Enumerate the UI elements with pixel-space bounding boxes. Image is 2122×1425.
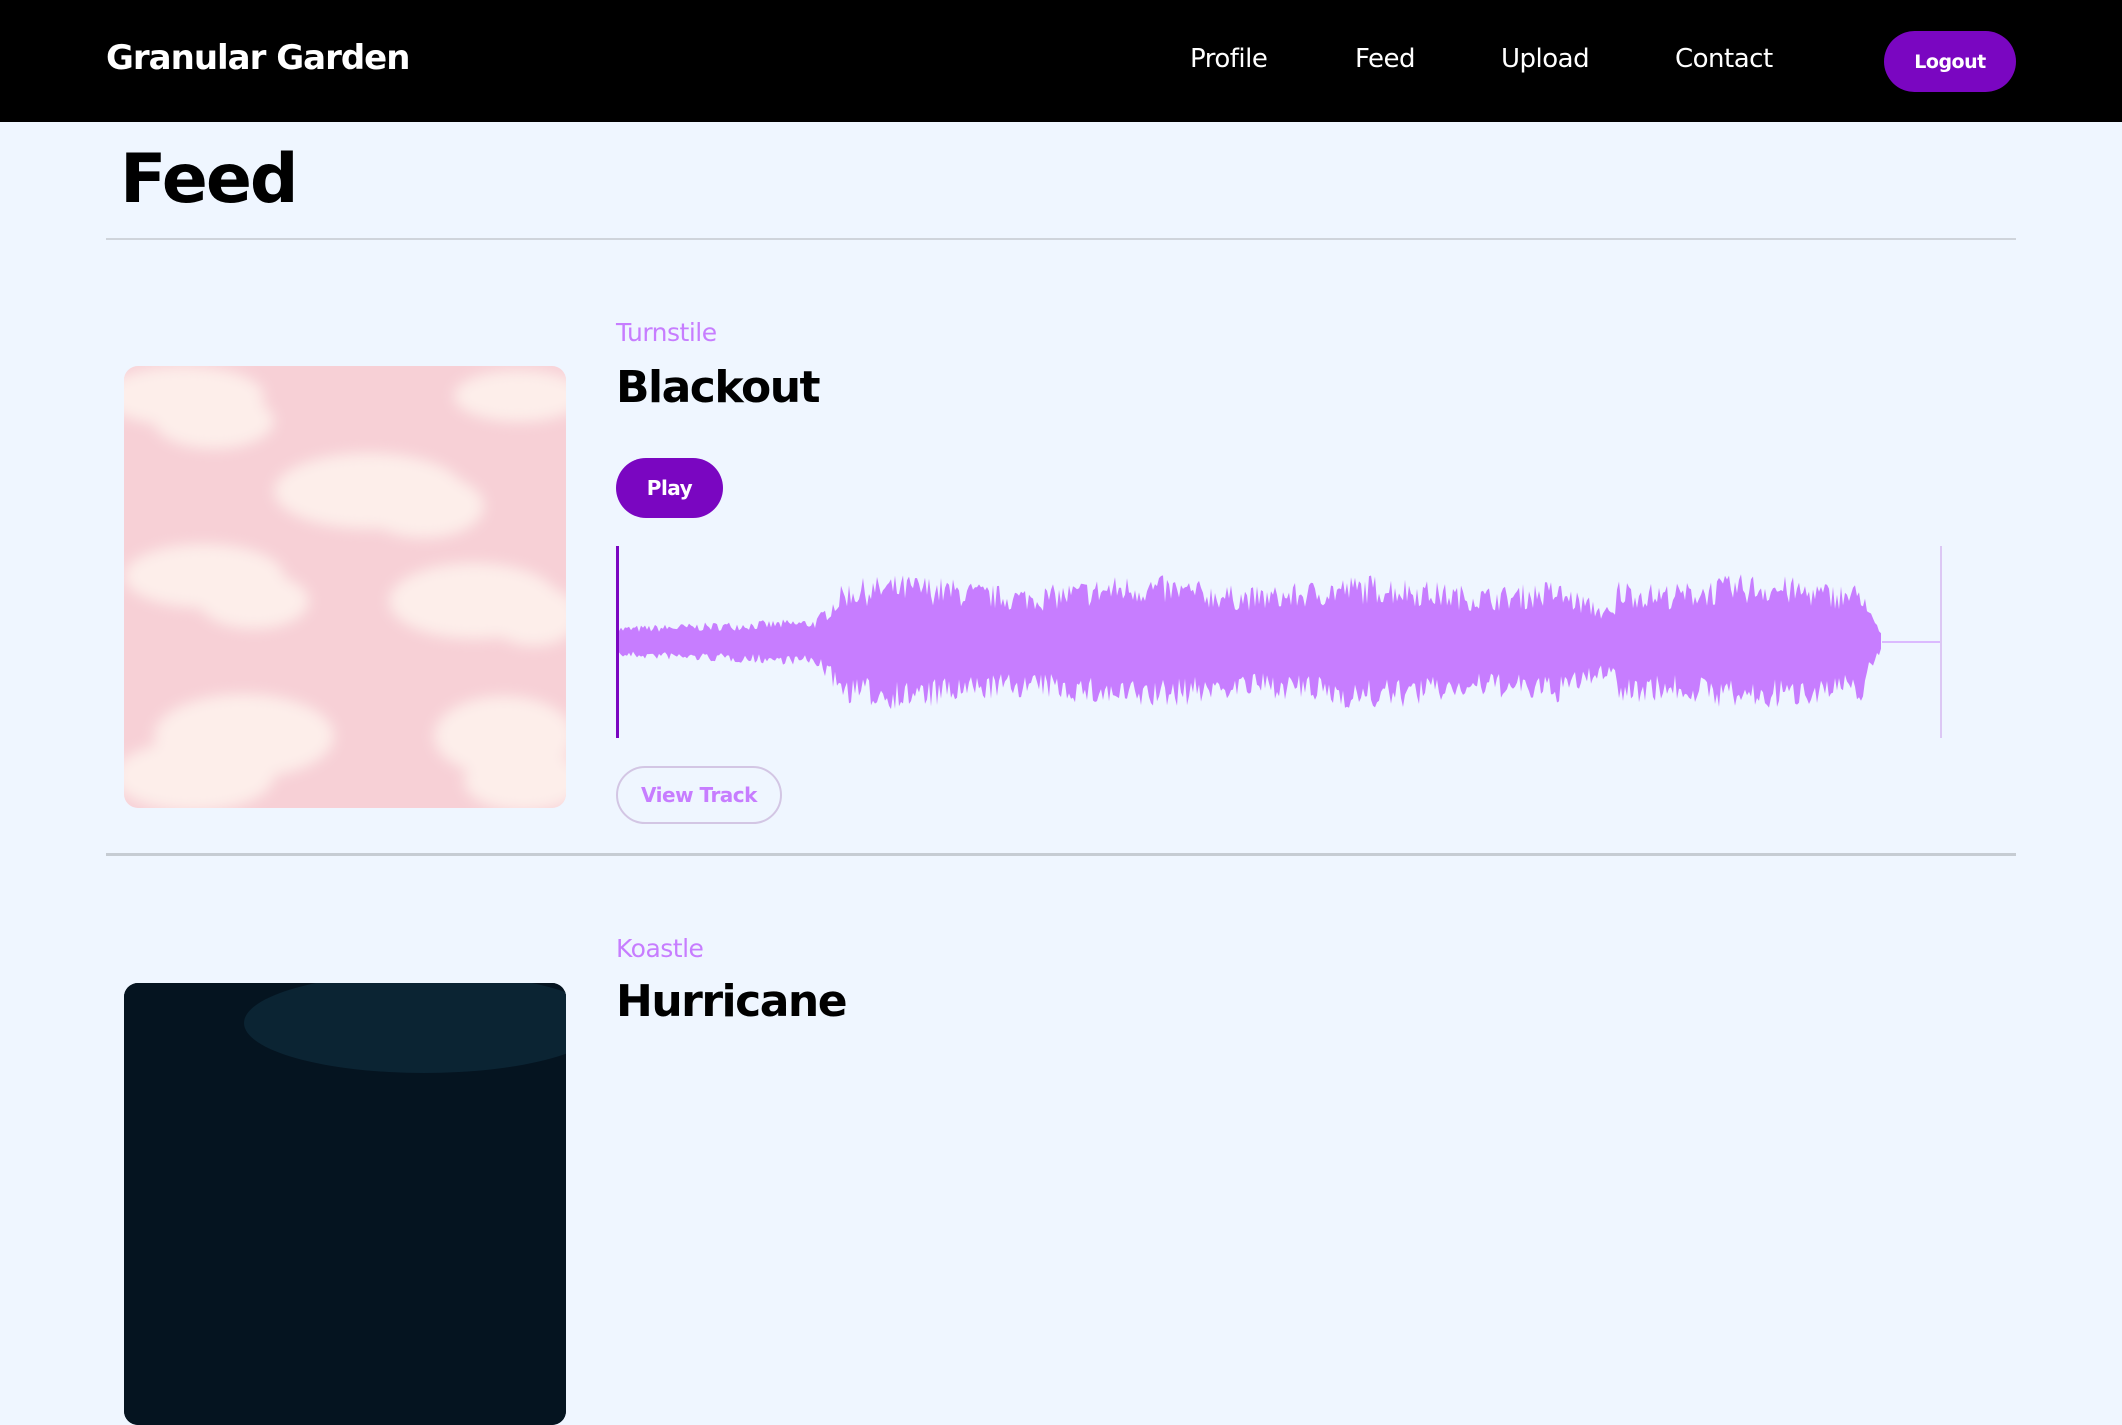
track-cover-art bbox=[124, 366, 566, 808]
audio-waveform[interactable] bbox=[616, 546, 1942, 738]
track-artist[interactable]: Koastle bbox=[616, 934, 704, 963]
track-divider bbox=[106, 853, 2016, 856]
logout-button[interactable]: Logout bbox=[1884, 31, 2016, 92]
nav-link-upload[interactable]: Upload bbox=[1501, 44, 1590, 74]
track-title[interactable]: Hurricane bbox=[616, 976, 848, 1027]
brand-logo[interactable]: Granular Garden bbox=[106, 38, 410, 78]
waveform-shape bbox=[617, 574, 1881, 710]
title-divider bbox=[106, 238, 2016, 240]
track-title[interactable]: Blackout bbox=[616, 362, 821, 413]
navbar: Granular Garden Profile Feed Upload Cont… bbox=[0, 0, 2122, 122]
dark-artwork-icon bbox=[124, 983, 566, 1425]
page-title: Feed bbox=[120, 140, 299, 219]
track-artist[interactable]: Turnstile bbox=[616, 318, 717, 347]
track-cover-art bbox=[124, 983, 566, 1425]
nav-link-profile[interactable]: Profile bbox=[1190, 44, 1268, 74]
pink-clouds-artwork-icon bbox=[124, 366, 566, 808]
view-track-button[interactable]: View Track bbox=[616, 766, 782, 824]
nav-link-feed[interactable]: Feed bbox=[1355, 44, 1416, 74]
nav-link-contact[interactable]: Contact bbox=[1675, 44, 1773, 74]
play-button[interactable]: Play bbox=[616, 458, 723, 518]
